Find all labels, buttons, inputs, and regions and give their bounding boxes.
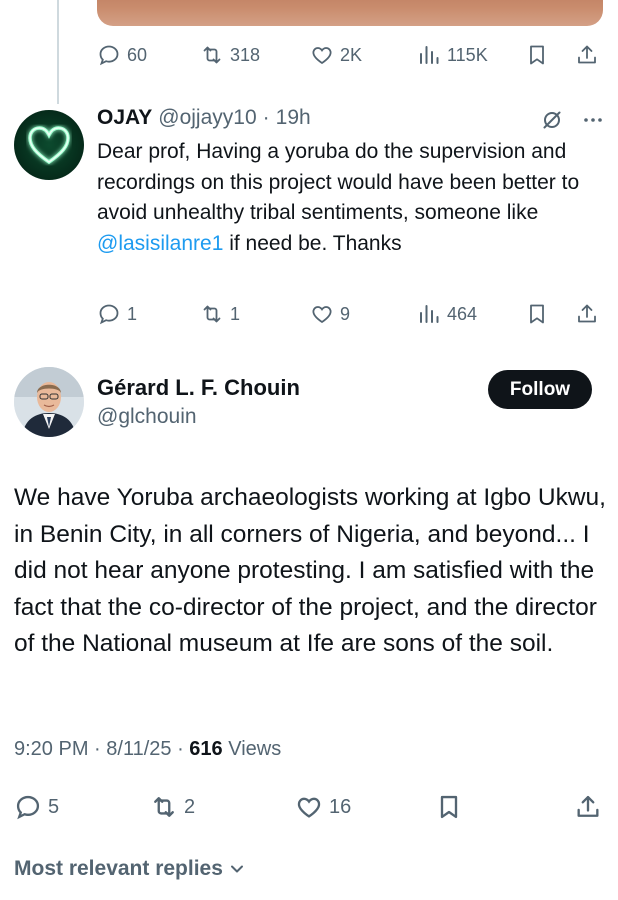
views-count: 115K [447,44,488,65]
thread-line [57,0,59,104]
heart-icon [297,797,321,818]
reply-icon [16,795,40,820]
repost-button[interactable]: 2 [150,790,195,824]
share-icon [578,45,596,64]
share-button[interactable] [574,790,602,824]
main-tweet-text: We have Yoruba archaeologists working at… [14,484,606,657]
repost-button[interactable]: 318 [200,40,260,70]
chevron-down-icon [230,865,243,873]
share-button[interactable] [575,40,599,70]
views-count: 616 [189,738,223,760]
main-author-name[interactable]: Gérard L. F. Chouin [97,375,300,401]
reply-author-handle[interactable]: @ojjayy10 [158,106,256,130]
meta-separator: · [94,738,107,760]
reply-author-name[interactable]: OJAY [97,106,152,130]
avatar-gerard[interactable] [14,367,84,437]
meta-separator: · [262,106,270,129]
top-tweet-actions: 60 318 2K 115K [97,40,603,70]
like-count: 16 [329,795,352,818]
bookmark-icon [530,45,544,65]
reply-header-icons [540,108,604,132]
previous-tweet-image[interactable] [97,0,603,26]
views-chart-icon [420,46,439,64]
bookmark-icon [440,795,458,819]
meta-separator: · [177,738,190,760]
views-label: Views [228,738,282,760]
reply-count: 5 [48,795,60,818]
tweet-timestamp-line: 9:20 PM · 8/11/25 · 616 Views [14,738,281,761]
reply-count: 60 [127,44,148,65]
reply-sort-label: Most relevant replies [14,857,223,880]
main-tweet-actions: 5 2 16 [14,790,604,824]
reply-text-end: if need be. Thanks [223,231,402,255]
share-icon [578,304,596,323]
repost-icon [154,797,174,817]
share-icon [577,795,599,817]
reply-actions: 1 1 9 464 [97,299,603,329]
reply-icon [99,45,119,66]
follow-button[interactable]: Follow [488,370,592,409]
views-button[interactable]: 115K [417,40,488,70]
profile-photo [14,367,84,437]
like-button[interactable]: 2K [310,40,362,70]
reply-count: 1 [127,303,138,324]
like-button[interactable]: 16 [295,790,351,824]
reply-header: OJAY @ojjayy10 · 19h [97,106,311,130]
heart-icon [312,47,332,65]
views-button[interactable]: 464 [417,299,477,329]
repost-count: 1 [230,303,241,324]
bookmark-button[interactable] [435,790,463,824]
reply-sort-dropdown[interactable]: Most relevant replies [14,857,247,881]
like-count: 9 [340,303,351,324]
reply-text-start: Dear prof, Having a yoruba do the superv… [97,140,580,224]
heart-icon [312,306,332,324]
repost-count: 2 [184,795,196,818]
avatar-ojay[interactable] [14,110,84,180]
mention-link[interactable]: @lasisilanre1 [97,232,223,255]
repost-button[interactable]: 1 [200,299,240,329]
reply-button[interactable]: 60 [97,40,147,70]
repost-icon [203,305,221,323]
tweet-date[interactable]: 8/11/25 [106,738,171,760]
grok-icon[interactable] [540,108,564,132]
reply-icon [99,304,119,325]
bookmark-button[interactable] [525,299,549,329]
reply-button[interactable]: 1 [97,299,137,329]
repost-icon [203,46,221,64]
reply-text: Dear prof, Having a yoruba do the superv… [97,137,597,259]
like-button[interactable]: 9 [310,299,350,329]
reply-time[interactable]: 19h [276,106,311,130]
reply-button[interactable]: 5 [14,790,59,824]
more-options-icon[interactable] [582,109,604,131]
views-count: 464 [447,303,478,324]
tweet-time[interactable]: 9:20 PM [14,738,88,760]
bookmark-icon [530,304,544,324]
like-count: 2K [340,44,363,65]
neon-heart-icon [28,126,70,165]
bookmark-button[interactable] [525,40,549,70]
repost-count: 318 [230,44,261,65]
share-button[interactable] [575,299,599,329]
views-chart-icon [420,305,439,323]
main-author-handle[interactable]: @glchouin [97,405,197,429]
